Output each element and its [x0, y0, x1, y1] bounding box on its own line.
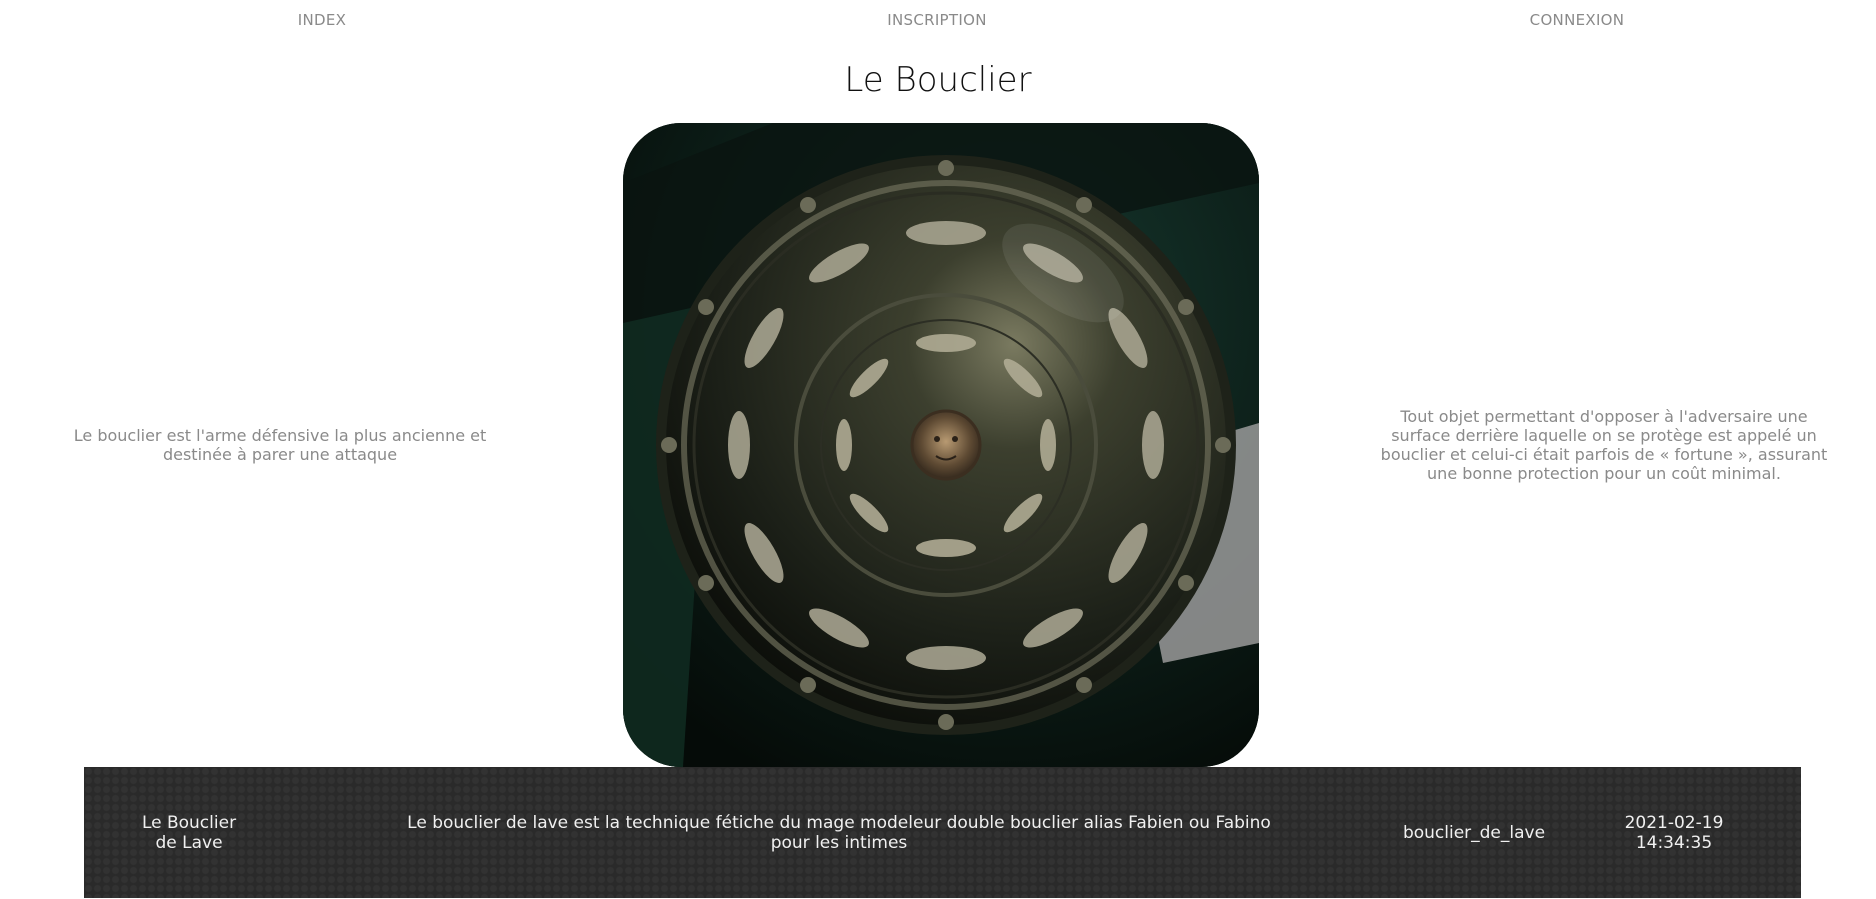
nav-link-index[interactable]: INDEX: [298, 11, 346, 29]
item-description: Le bouclier de lave est la technique fét…: [407, 812, 1271, 853]
item-date: 2021-02-19 14:34:35: [1624, 812, 1724, 853]
right-description: Tout objet permettant d'opposer à l'adve…: [1380, 407, 1828, 483]
item-footer-row: Le Bouclier de Lave Le bouclier de lave …: [84, 767, 1801, 898]
left-description: Le bouclier est l'arme défensive la plus…: [73, 426, 487, 464]
shield-illustration: [623, 123, 1259, 767]
shield-image: [623, 123, 1259, 767]
top-nav: INDEX INSCRIPTION CONNEXION: [0, 0, 1876, 40]
page-title: Le Bouclier: [844, 60, 1032, 100]
nav-link-inscription[interactable]: INSCRIPTION: [887, 11, 986, 29]
nav-link-connexion[interactable]: CONNEXION: [1530, 11, 1625, 29]
item-name: Le Bouclier de Lave: [141, 812, 237, 853]
item-slug: bouclier_de_lave: [1402, 822, 1546, 843]
